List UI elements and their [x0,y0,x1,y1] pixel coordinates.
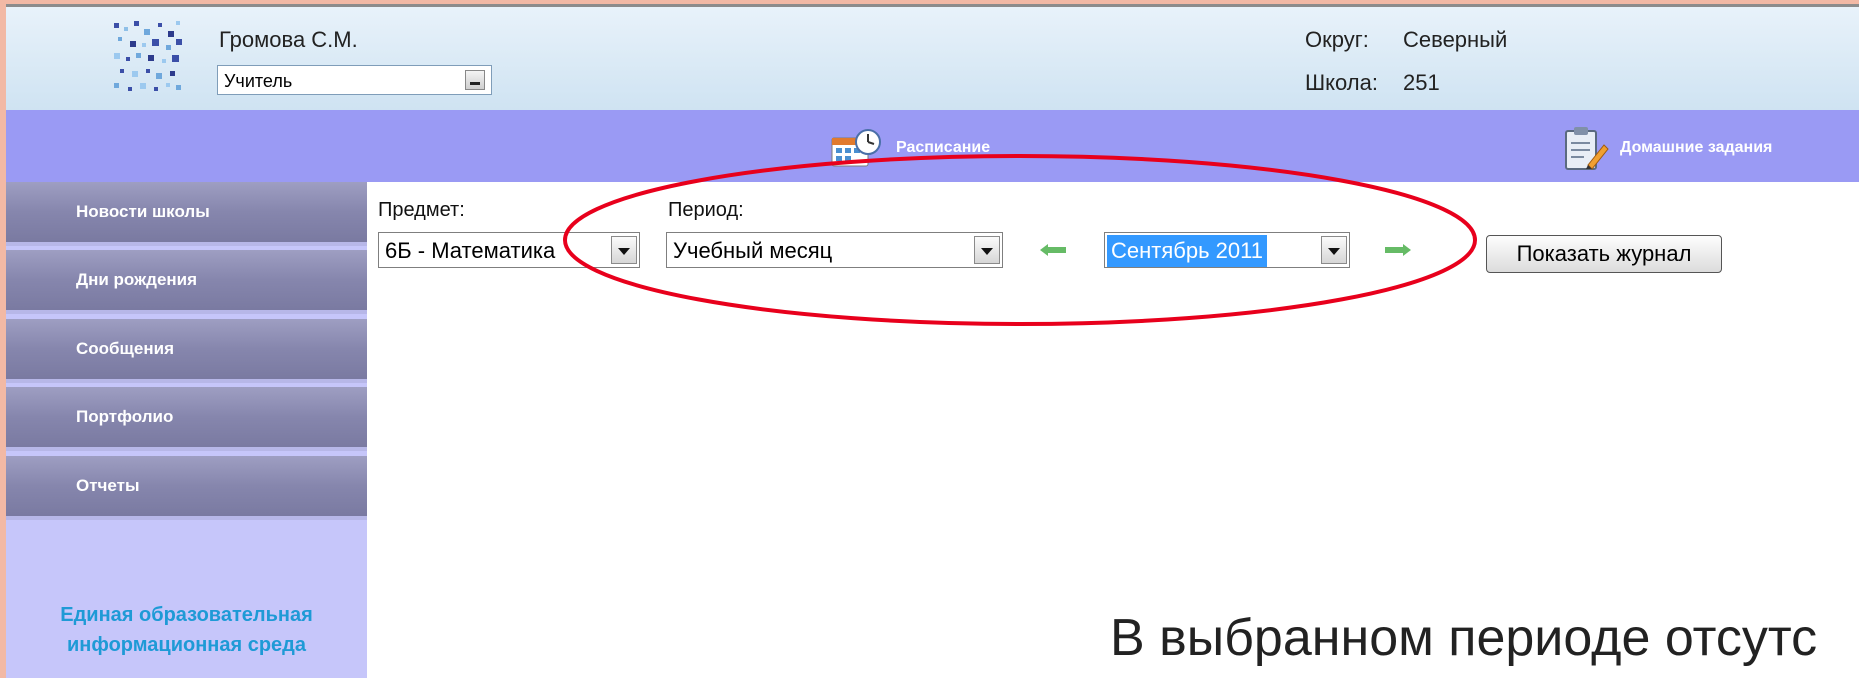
arrow-right-icon[interactable] [1385,243,1411,257]
school-value: 251 [1403,70,1440,95]
brand-line-2: информационная среда [66,634,307,656]
subject-label: Предмет: [378,199,465,221]
school-label: Школа: [1305,70,1378,95]
clipboard-pencil-icon [1565,127,1609,170]
sidebar-item-label: Новости школы [76,202,210,221]
schedule-link[interactable]: Расписание [830,128,990,168]
district-label: Округ: [1305,27,1369,52]
month-select-value: Сентябрь 2011 [1107,235,1267,267]
chevron-down-icon[interactable] [1321,236,1347,264]
pixel-mosaic-logo [114,21,182,91]
homework-label: Домашние задания [1620,139,1773,156]
main-toolbar: Расписание Домашние задания [6,110,1859,182]
sidebar-item-label: Дни рождения [76,270,198,289]
sidebar-item-label: Отчеты [76,476,140,495]
sidebar-item-portfolio[interactable]: Портфолио [6,387,367,451]
subject-select-value: 6Б - Математика [385,238,556,263]
period-label: Период: [668,199,744,221]
homework-link[interactable]: Домашние задания [1562,127,1773,170]
sidebar-item-school-news[interactable]: Новости школы [6,182,367,246]
arrow-left-icon[interactable] [1040,243,1066,257]
period-type-select[interactable]: Учебный месяц [666,232,1003,268]
sidebar-item-label: Сообщения [76,339,174,358]
sidebar-item-messages[interactable]: Сообщения [6,319,367,383]
subject-select[interactable]: 6Б - Математика [378,232,640,268]
chevron-down-icon[interactable] [974,236,1000,264]
role-select-value: Учитель [224,71,293,91]
sidebar-item-reports[interactable]: Отчеты [6,456,367,520]
sidebar-item-label: Портфолио [76,407,174,426]
user-name: Громова С.М. [219,27,358,52]
chevron-down-icon[interactable] [465,70,485,90]
district-value: Северный [1403,27,1508,52]
sidebar: Новости школы Дни рождения Сообщения Пор… [6,182,367,678]
show-journal-button[interactable]: Показать журнал [1486,235,1722,273]
calendar-clock-icon [831,129,881,167]
brand-line-1: Единая образовательная [60,604,313,626]
role-select[interactable]: Учитель [217,65,492,95]
sidebar-item-birthdays[interactable]: Дни рождения [6,250,367,314]
period-type-select-value: Учебный месяц [673,238,833,263]
schedule-label: Расписание [896,139,991,156]
empty-period-notice: В выбранном периоде отсутс [1110,609,1818,667]
header: Громова С.М. Учитель Округ: Северный Шко… [6,7,1859,110]
chevron-down-icon[interactable] [611,236,637,264]
month-select[interactable]: Сентябрь 2011 [1104,232,1350,268]
